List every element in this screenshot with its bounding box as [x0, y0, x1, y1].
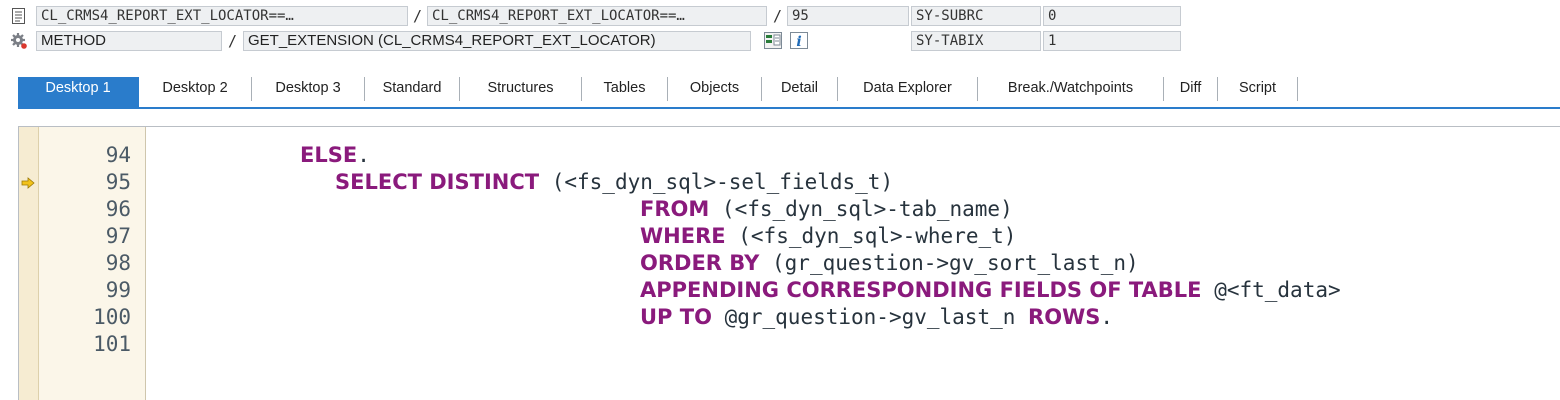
header-row-method: METHOD / GET_EXTENSION (CL_CRMS4_REPORT_…	[0, 29, 1560, 53]
event-type-field[interactable]: METHOD	[36, 31, 222, 51]
code-text: (<fs_dyn_sql>-tab_name)	[721, 197, 1013, 221]
line-number: 94	[105, 143, 131, 167]
sysvar-name-field[interactable]: SY-TABIX	[911, 31, 1041, 51]
code-text: @<ft_data>	[1214, 278, 1341, 302]
keyword: ORDER BY	[640, 251, 760, 275]
separator: /	[228, 32, 238, 50]
keyword: FROM	[640, 197, 710, 221]
header-row-program: CL_CRMS4_REPORT_EXT_LOCATOR==… / CL_CRMS…	[0, 4, 1560, 28]
code-line-98: ORDER BY (gr_question->gv_sort_last_n)	[640, 251, 1139, 275]
line-number: 99	[105, 278, 131, 302]
desktop-tab-strip: Desktop 1 Desktop 2 Desktop 3 Standard S…	[0, 76, 1560, 109]
breakpoint-gutter[interactable]	[19, 127, 39, 400]
tab-data-explorer[interactable]: Data Explorer	[838, 77, 978, 101]
line-number: 96	[105, 197, 131, 221]
tab-desktop-3[interactable]: Desktop 3	[252, 77, 365, 101]
keyword: APPENDING CORRESPONDING FIELDS OF TABLE	[640, 278, 1202, 302]
code-line-99: APPENDING CORRESPONDING FIELDS OF TABLE …	[640, 278, 1341, 302]
program-field[interactable]: CL_CRMS4_REPORT_EXT_LOCATOR==…	[36, 6, 408, 26]
tab-underline	[18, 107, 1560, 109]
line-number: 95	[105, 170, 131, 194]
keyword: UP TO	[640, 305, 712, 329]
svg-text:i: i	[796, 34, 801, 49]
code-text: (<fs_dyn_sql>-where_t)	[738, 224, 1017, 248]
keyword: WHERE	[640, 224, 726, 248]
separator: /	[413, 7, 423, 25]
sysvar-name-field[interactable]: SY-SUBRC	[911, 6, 1041, 26]
code-line-94: ELSE.	[300, 143, 370, 167]
method-gear-icon	[11, 33, 27, 49]
sysvar-value-field[interactable]: 1	[1043, 31, 1181, 51]
statement-end: .	[1100, 305, 1114, 329]
tab-break-watchpoints[interactable]: Break./Watchpoints	[978, 77, 1164, 101]
code-text: (gr_question->gv_sort_last_n)	[772, 251, 1139, 275]
code-text: @gr_question->gv_last_n	[724, 305, 1016, 329]
tab-script[interactable]: Script	[1218, 77, 1298, 101]
code-line-97: WHERE (<fs_dyn_sql>-where_t)	[640, 224, 1016, 248]
sysvar-value-field[interactable]: 0	[1043, 6, 1181, 26]
tab-tables[interactable]: Tables	[582, 77, 668, 101]
source-document-icon	[12, 8, 25, 24]
tab-standard[interactable]: Standard	[365, 77, 460, 101]
display-toggle-icon[interactable]	[764, 32, 782, 49]
statement-end: .	[357, 143, 370, 167]
line-number-column: 94 95 96 97 98 99 100 101	[39, 127, 146, 400]
keyword: ROWS	[1028, 305, 1101, 329]
line-number-field[interactable]: 95	[787, 6, 909, 26]
include-field[interactable]: CL_CRMS4_REPORT_EXT_LOCATOR==…	[427, 6, 767, 26]
info-icon[interactable]: i	[790, 32, 808, 49]
event-name-field[interactable]: GET_EXTENSION (CL_CRMS4_REPORT_EXT_LOCAT…	[243, 31, 751, 51]
code-line-95: SELECT DISTINCT (<fs_dyn_sql>-sel_fields…	[335, 170, 893, 194]
line-number: 100	[93, 305, 131, 329]
code-text: (<fs_dyn_sql>-sel_fields_t)	[551, 170, 894, 194]
tab-objects[interactable]: Objects	[668, 77, 762, 101]
tab-desktop-2[interactable]: Desktop 2	[139, 77, 252, 101]
tab-structures[interactable]: Structures	[460, 77, 582, 101]
current-statement-arrow-icon	[21, 177, 35, 189]
line-number: 101	[93, 332, 131, 356]
code-line-100: UP TO @gr_question->gv_last_n ROWS.	[640, 305, 1113, 329]
line-number: 97	[105, 224, 131, 248]
code-line-96: FROM (<fs_dyn_sql>-tab_name)	[640, 197, 1013, 221]
tab-desktop-1[interactable]: Desktop 1	[18, 77, 139, 108]
keyword: SELECT DISTINCT	[335, 170, 540, 194]
source-code-editor[interactable]: 94 95 96 97 98 99 100 101 ELSE. SELECT D…	[18, 126, 1560, 400]
tab-detail[interactable]: Detail	[762, 77, 838, 101]
tab-diff[interactable]: Diff	[1164, 77, 1218, 101]
keyword: ELSE	[300, 143, 358, 167]
line-number: 98	[105, 251, 131, 275]
separator: /	[773, 7, 783, 25]
